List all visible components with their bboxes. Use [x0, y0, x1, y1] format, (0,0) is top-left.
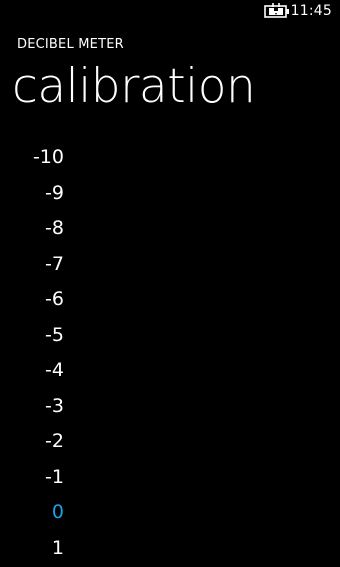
- status-bar: 11:45: [0, 0, 340, 24]
- calibration-option[interactable]: -4: [4, 352, 64, 388]
- calibration-option[interactable]: -7: [4, 246, 64, 282]
- calibration-option[interactable]: -5: [4, 317, 64, 353]
- app-title: DECIBEL METER: [17, 37, 124, 52]
- calibration-option[interactable]: -6: [4, 281, 64, 317]
- calibration-option[interactable]: -3: [4, 388, 64, 424]
- calibration-option[interactable]: 1: [4, 530, 64, 566]
- page-title: calibration: [12, 59, 256, 114]
- calibration-option[interactable]: -2: [4, 423, 64, 459]
- battery-charging-icon: [264, 3, 289, 18]
- calibration-option[interactable]: -8: [4, 210, 64, 246]
- status-time: 11:45: [290, 3, 332, 19]
- calibration-option-selected[interactable]: 0: [4, 494, 64, 530]
- calibration-option[interactable]: -9: [4, 175, 64, 211]
- calibration-option[interactable]: -10: [4, 139, 64, 175]
- calibration-option[interactable]: -1: [4, 459, 64, 495]
- phone-screen: 11:45 DECIBEL METER calibration -10 -9 -…: [0, 0, 340, 567]
